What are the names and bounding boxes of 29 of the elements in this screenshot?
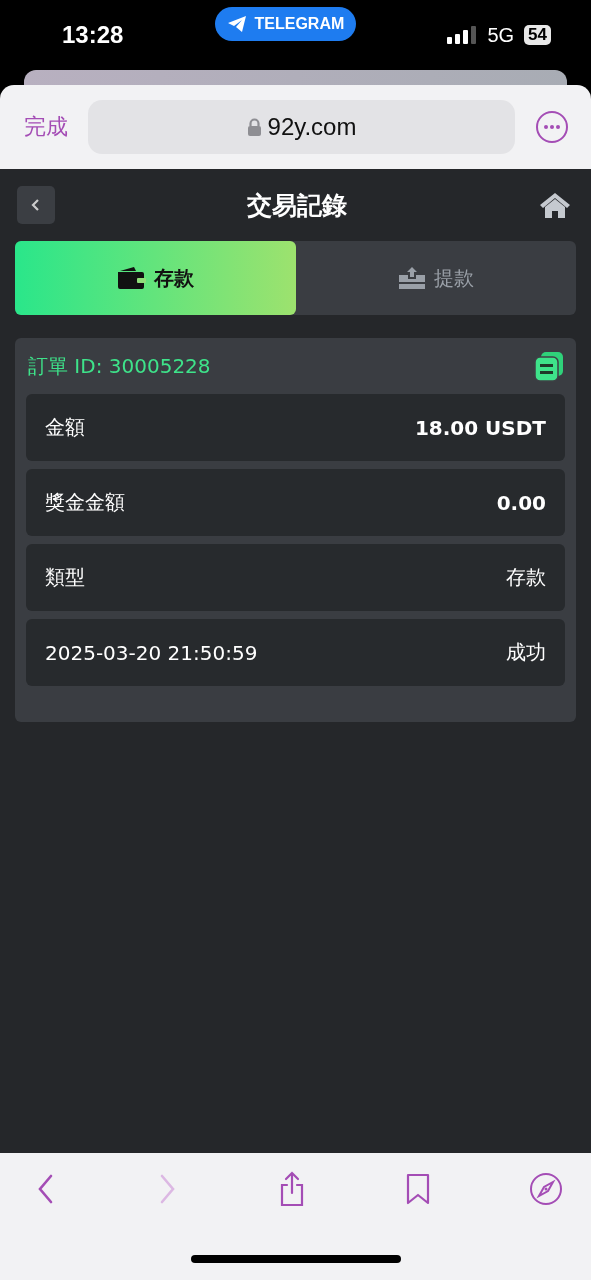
- copy-icon[interactable]: [533, 350, 565, 382]
- paper-plane-icon: [226, 15, 247, 33]
- address-bar[interactable]: 92y.com: [88, 100, 515, 154]
- back-to-app-button[interactable]: TELEGRAM: [214, 7, 357, 41]
- back-button[interactable]: [17, 186, 55, 224]
- row-label: 2025-03-20 21:50:59: [45, 640, 258, 665]
- battery-level: 54: [524, 25, 551, 45]
- tab[interactable]: 存款: [15, 241, 296, 315]
- row-label: 類型: [45, 564, 85, 591]
- network-label: 5G: [487, 23, 515, 47]
- order-id: 訂單 ID: 30005228: [28, 352, 211, 380]
- row-value: 存款: [506, 564, 546, 591]
- more-icon[interactable]: [535, 110, 569, 144]
- compass-icon[interactable]: [529, 1172, 563, 1206]
- home-icon[interactable]: [538, 190, 572, 220]
- signal-icon: [447, 26, 478, 44]
- row-value: 成功: [506, 639, 546, 666]
- done-button[interactable]: 完成: [24, 112, 68, 142]
- wallet-icon: [116, 266, 147, 290]
- status-time: 13:28: [62, 21, 124, 49]
- chevron-left-icon: [30, 197, 42, 213]
- tray-upload-icon: [397, 266, 426, 290]
- row-label: 金額: [45, 414, 85, 441]
- tab[interactable]: 提款: [295, 241, 576, 315]
- row-label: 獎金金額: [45, 489, 125, 516]
- row-value: 18.00 USDT: [414, 415, 546, 440]
- page-title: 交易記錄: [246, 189, 347, 222]
- lock-icon: [246, 117, 262, 137]
- row-value: 0.00: [496, 490, 546, 515]
